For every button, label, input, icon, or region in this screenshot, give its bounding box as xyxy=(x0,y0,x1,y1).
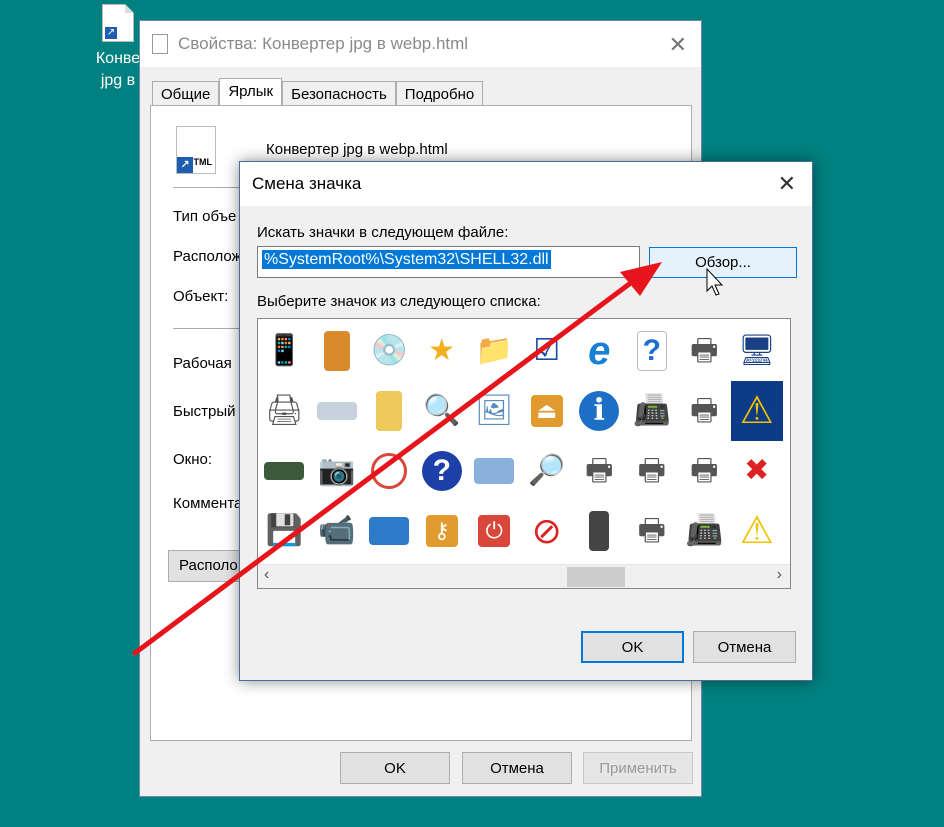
type-label: Тип объе xyxy=(173,208,237,225)
icon-list[interactable]: 📱 💿 ★ 📁 ☑ e ? 🖶 🖥 ⚠ 🖨 🔍 🖼 ⏏ i 📠 🖶 ⚠ ⚠ xyxy=(257,318,791,589)
scroll-left-icon[interactable]: ‹ xyxy=(264,566,269,584)
search-file-label: Искать значки в следующем файле: xyxy=(257,224,509,241)
power-icon[interactable]: ⏻ xyxy=(468,501,521,561)
camcorder-icon[interactable]: 📹 xyxy=(311,501,364,561)
fax-icon[interactable]: 📠 xyxy=(626,381,679,441)
tab-details[interactable]: Подробно xyxy=(395,81,484,108)
magnifier-icon[interactable]: 🔍 xyxy=(416,381,469,441)
change-icon-dialog: Смена значка ✕ Искать значки в следующем… xyxy=(239,161,813,681)
document-check-icon[interactable]: ☑ xyxy=(521,321,574,381)
help-circle-icon[interactable]: ? xyxy=(416,441,469,501)
shortcut-key-label: Быстрый xyxy=(173,403,236,420)
target-label: Объект: xyxy=(173,288,229,305)
drive-floppy-icon[interactable]: 💾 xyxy=(258,501,311,561)
printer-users-icon[interactable]: 🖶 xyxy=(678,441,731,501)
html-file-icon: ↗ xyxy=(102,4,134,42)
properties-cancel-button[interactable]: Отмена xyxy=(462,752,572,784)
disc-red-icon[interactable] xyxy=(363,441,416,501)
key-icon[interactable]: ⚷ xyxy=(416,501,469,561)
network-printer-icon[interactable]: 🖨 xyxy=(258,381,311,441)
close-icon[interactable]: ✕ xyxy=(669,32,687,58)
change-icon-ok-button[interactable]: OK xyxy=(581,631,684,663)
printer-edit-icon[interactable]: 🖶 xyxy=(626,501,679,561)
warning-icon[interactable]: ⚠ xyxy=(731,501,784,561)
control-panel-icon[interactable] xyxy=(363,501,416,561)
eject-icon[interactable]: ⏏ xyxy=(521,381,574,441)
shortcut-arrow-icon: ↗ xyxy=(105,27,117,39)
computer-screen-icon[interactable]: 🖥 xyxy=(731,321,784,381)
arrow-partial-icon[interactable]: ➘ xyxy=(783,501,790,561)
properties-titlebar[interactable]: Свойства: Конвертер jpg в webp.html ✕ xyxy=(140,21,701,67)
drive-green-icon[interactable] xyxy=(258,441,311,501)
file-name-label: Конвертер jpg в webp.html xyxy=(266,141,448,158)
document-delete-icon[interactable]: ✖ xyxy=(731,441,784,501)
folder-icon[interactable] xyxy=(363,381,416,441)
path-value: %SystemRoot%\System32\SHELL32.dll xyxy=(262,250,551,269)
properties-tabs: Общие Ярлык Безопасность Подробно xyxy=(152,78,484,108)
screen-blue-icon[interactable] xyxy=(468,441,521,501)
warning-selected-icon[interactable]: ⚠ xyxy=(730,381,783,441)
star-icon[interactable]: ★ xyxy=(416,321,469,381)
change-icon-titlebar[interactable]: Смена значка ✕ xyxy=(240,162,812,206)
horizontal-scrollbar[interactable]: ‹ › xyxy=(258,564,790,588)
pda-icon[interactable] xyxy=(311,321,364,381)
icon-list-label: Выберите значок из следующего списка: xyxy=(257,293,541,310)
printer-network2-icon[interactable]: 🖶 xyxy=(678,381,731,441)
images-document-icon[interactable]: 🖼 xyxy=(468,381,521,441)
folder-search-icon[interactable]: 🔎 xyxy=(521,441,574,501)
comment-label: Коммента xyxy=(173,495,243,512)
share-partial-icon[interactable]: ⇄ xyxy=(783,441,790,501)
warning-partial-icon[interactable]: ⚠ xyxy=(783,321,790,381)
internet-explorer-icon[interactable]: e xyxy=(573,321,626,381)
info-icon[interactable]: i xyxy=(573,381,626,441)
properties-apply-button[interactable]: Применить xyxy=(583,752,693,784)
printer-network-icon[interactable]: 🖶 xyxy=(678,321,731,381)
icon-file-path-input[interactable]: %SystemRoot%\System32\SHELL32.dll xyxy=(257,246,640,278)
change-icon-cancel-button[interactable]: Отмена xyxy=(693,631,796,663)
properties-title: Свойства: Конвертер jpg в webp.html xyxy=(178,34,469,53)
dvd-rw-icon[interactable]: 💿 xyxy=(363,321,416,381)
window-label: Окно: xyxy=(173,451,213,468)
close-icon[interactable]: ✕ xyxy=(778,171,796,197)
tab-general[interactable]: Общие xyxy=(152,81,220,108)
server-check-icon[interactable] xyxy=(573,501,626,561)
change-icon-title: Смена значка xyxy=(252,174,362,193)
mobile-phone-icon[interactable]: 📱 xyxy=(258,321,311,381)
printer-search-icon[interactable]: 🖶 xyxy=(626,441,679,501)
help-document-icon[interactable]: ? xyxy=(626,321,679,381)
location-label: Располож xyxy=(173,248,242,265)
scroll-right-icon[interactable]: › xyxy=(777,566,782,584)
html-file-large-icon: TML ↗ xyxy=(176,126,216,174)
folder-calendar-icon[interactable]: 📁 xyxy=(468,321,521,381)
scrollbar-thumb[interactable] xyxy=(567,567,625,587)
tab-shortcut[interactable]: Ярлык xyxy=(219,78,283,108)
file-icon xyxy=(152,34,168,54)
scanner-icon[interactable] xyxy=(311,381,364,441)
mouse-cursor-icon xyxy=(706,268,724,296)
properties-ok-button[interactable]: OK xyxy=(340,752,450,784)
warning-partial2-icon[interactable]: ⚠ xyxy=(783,381,790,441)
tab-security[interactable]: Безопасность xyxy=(282,81,396,108)
camera-scanner-icon[interactable]: 📷 xyxy=(311,441,364,501)
shortcut-arrow-icon: ↗ xyxy=(177,157,193,173)
no-entry-icon[interactable]: ⊘ xyxy=(521,501,574,561)
fax-machine-icon[interactable]: 📠 xyxy=(678,501,731,561)
printer-check-icon[interactable]: 🖶 xyxy=(573,441,626,501)
workdir-label: Рабочая xyxy=(173,355,232,372)
